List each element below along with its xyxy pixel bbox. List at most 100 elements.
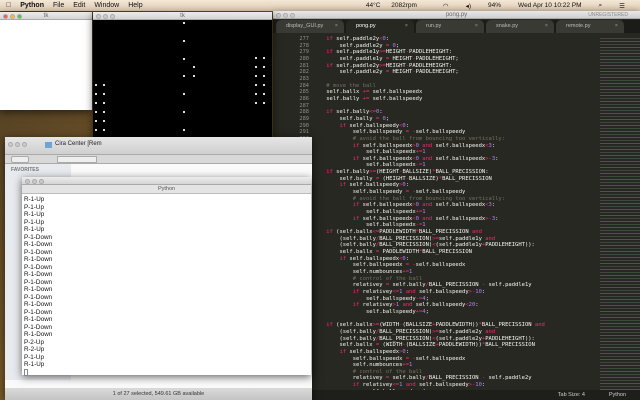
tab-size[interactable]: Tab Size: 4: [558, 390, 585, 400]
minimap[interactable]: [600, 36, 640, 390]
console-line: P-1-Down: [24, 248, 52, 256]
tab-display-gui[interactable]: display_GUI.py ×: [276, 20, 344, 33]
window-controls[interactable]: [3, 13, 22, 19]
menu-bar:  Python File Edit Window Help 44°C 2082…: [0, 0, 640, 11]
title-bar[interactable]: pong.py UNREGISTERED: [273, 11, 640, 19]
title-bar[interactable]: tk: [0, 12, 92, 20]
wifi-icon[interactable]: ◠: [443, 2, 449, 10]
code-line: if self.ballspeedy<0:: [339, 122, 410, 129]
code-line: self.ballspeedx = -self.ballspeedx: [313, 355, 466, 362]
pong-dot: [183, 57, 185, 60]
view-mode-buttons[interactable]: [57, 156, 97, 163]
code-line: self.bally = (HEIGHT-BALLSIZE)*BALL_PREC…: [313, 175, 492, 182]
tab-snake[interactable]: snake.py ×: [486, 20, 554, 33]
console-line: R-1-Down: [24, 256, 53, 263]
window-title: pong.py: [445, 12, 468, 18]
notification-icon[interactable]: ☰: [619, 2, 625, 10]
console-line: R-1-Up: [24, 196, 45, 203]
temperature-readout[interactable]: 44°C 2082rpm: [366, 2, 426, 9]
console-line: R-1-Down: [24, 241, 53, 248]
temp: 44°C: [365, 2, 381, 9]
pong-dot: [103, 84, 105, 86]
console-line: P-1-Up: [24, 203, 44, 211]
code-line: if relativey<=1 and self.ballspeedy>-10:: [352, 288, 486, 295]
close-icon[interactable]: ×: [545, 23, 548, 29]
finder-nav-bar: [5, 155, 312, 164]
pong-dot: [255, 75, 257, 77]
pong-dot: [103, 111, 105, 113]
sidebar-heading: FAVORITES: [11, 167, 39, 173]
code-line: self.ballx = PADDLEWIDTH*BALL_PRECISSION: [313, 249, 472, 255]
line-number: 285: [299, 89, 309, 96]
code-line: self.bally += self.ballspeedy: [313, 95, 423, 102]
unregistered-label: UNREGISTERED: [588, 12, 628, 18]
console-line: P-1-Up: [24, 353, 44, 361]
folder-icon: [45, 142, 52, 148]
back-forward-button[interactable]: [11, 156, 29, 163]
line-number: 290: [299, 122, 309, 129]
menu-app-python[interactable]: Python: [20, 2, 44, 9]
volume-icon[interactable]: ◂): [466, 2, 471, 10]
window-controls[interactable]: [8, 142, 27, 147]
window-controls[interactable]: [96, 13, 115, 19]
window-controls[interactable]: [276, 12, 295, 18]
input-cursor[interactable]: [24, 368, 28, 376]
code-line: self.paddle1y = HEIGHT-PADDLEHEIGHT;: [313, 55, 459, 62]
console-line: P-1-Down: [24, 263, 52, 271]
window-title: tk: [43, 13, 49, 19]
console-output[interactable]: R-1-Up P-1-Up R-1-Up P-1-Up R-1-Up P-1-Down R-…: [22, 194, 311, 378]
tab-label: pong.py: [356, 23, 376, 29]
title-bar[interactable]: tk: [93, 12, 272, 20]
console-line: R-1-Up: [24, 211, 45, 218]
sublime-editor-window: pong.py UNREGISTERED display_GUI.py × pon…: [273, 11, 640, 400]
code-line: if self.ballspeedx>0:: [339, 348, 410, 355]
code-line: if self.ballspeedx>0 and self.ballspeedx…: [352, 142, 496, 149]
spotlight-icon[interactable]: ⌕: [599, 2, 603, 10]
close-icon[interactable]: ×: [475, 23, 478, 29]
code-line: self.ballspeedx-=1: [313, 162, 426, 169]
clock[interactable]: Wed Apr 10 10:22 PM: [518, 2, 581, 9]
tab-run[interactable]: run.py ×: [416, 20, 484, 33]
tab-remote[interactable]: remote.py ×: [556, 20, 624, 33]
pong-dot: [95, 120, 97, 122]
apple-icon[interactable]: : [6, 2, 11, 9]
window-controls[interactable]: [25, 178, 44, 184]
menu-window[interactable]: Window: [94, 2, 119, 9]
close-icon[interactable]: ×: [615, 23, 618, 29]
finder-tab-title[interactable]: Cira Center [Rem: [55, 141, 102, 147]
menu-file[interactable]: File: [53, 2, 64, 9]
console-line: P-2-Up: [24, 338, 44, 346]
pong-dot: [263, 66, 265, 68]
code-line: if (self.ballx>=(WIDTH-(BALLSIZE+PADDLEW…: [326, 322, 545, 329]
pong-dot: [95, 111, 97, 113]
tab-pong[interactable]: pong.py ×: [346, 20, 414, 33]
syntax-mode[interactable]: Python: [609, 390, 626, 400]
console-line: P-1-Down: [24, 293, 52, 301]
code-line: self.paddle2y = 0;: [313, 42, 400, 49]
close-icon[interactable]: ×: [335, 23, 338, 29]
python-title: Python: [157, 186, 176, 192]
menu-edit[interactable]: Edit: [73, 2, 85, 9]
code-line: if self.ballspeedx<0:: [339, 255, 410, 262]
battery-status[interactable]: 94%: [488, 2, 501, 9]
code-line: (self.bally/BALL_PRECISSION)<(self.paddl…: [313, 335, 535, 342]
pong-dot: [95, 102, 97, 104]
code-line: # control of the ball: [313, 368, 423, 375]
code-line: self.ballspeedy = -self.ballspeedy: [313, 189, 466, 196]
pong-dot: [183, 111, 185, 113]
title-bar[interactable]: [22, 177, 311, 185]
line-number: 284: [299, 82, 309, 89]
line-number: 282: [299, 69, 309, 76]
close-icon[interactable]: ×: [405, 23, 408, 29]
code-line: self.ballspeedx+=1: [313, 149, 426, 156]
code-editor[interactable]: if self.paddle2y<0: self.paddle2y = 0; i…: [313, 36, 598, 395]
pong-dot: [103, 129, 105, 131]
code-line: if (self.ballx<=PADDLEWIDTH*BALL_PRECISS…: [326, 229, 482, 236]
code-line: (self.bally/BALL_PRECISSION)>=self.paddl…: [313, 328, 496, 335]
menu-help[interactable]: Help: [128, 2, 142, 9]
python-header: Python: [22, 185, 311, 194]
console-line: R-1-Down: [24, 271, 53, 278]
code-line: if self.paddle2y<0:: [326, 36, 390, 42]
